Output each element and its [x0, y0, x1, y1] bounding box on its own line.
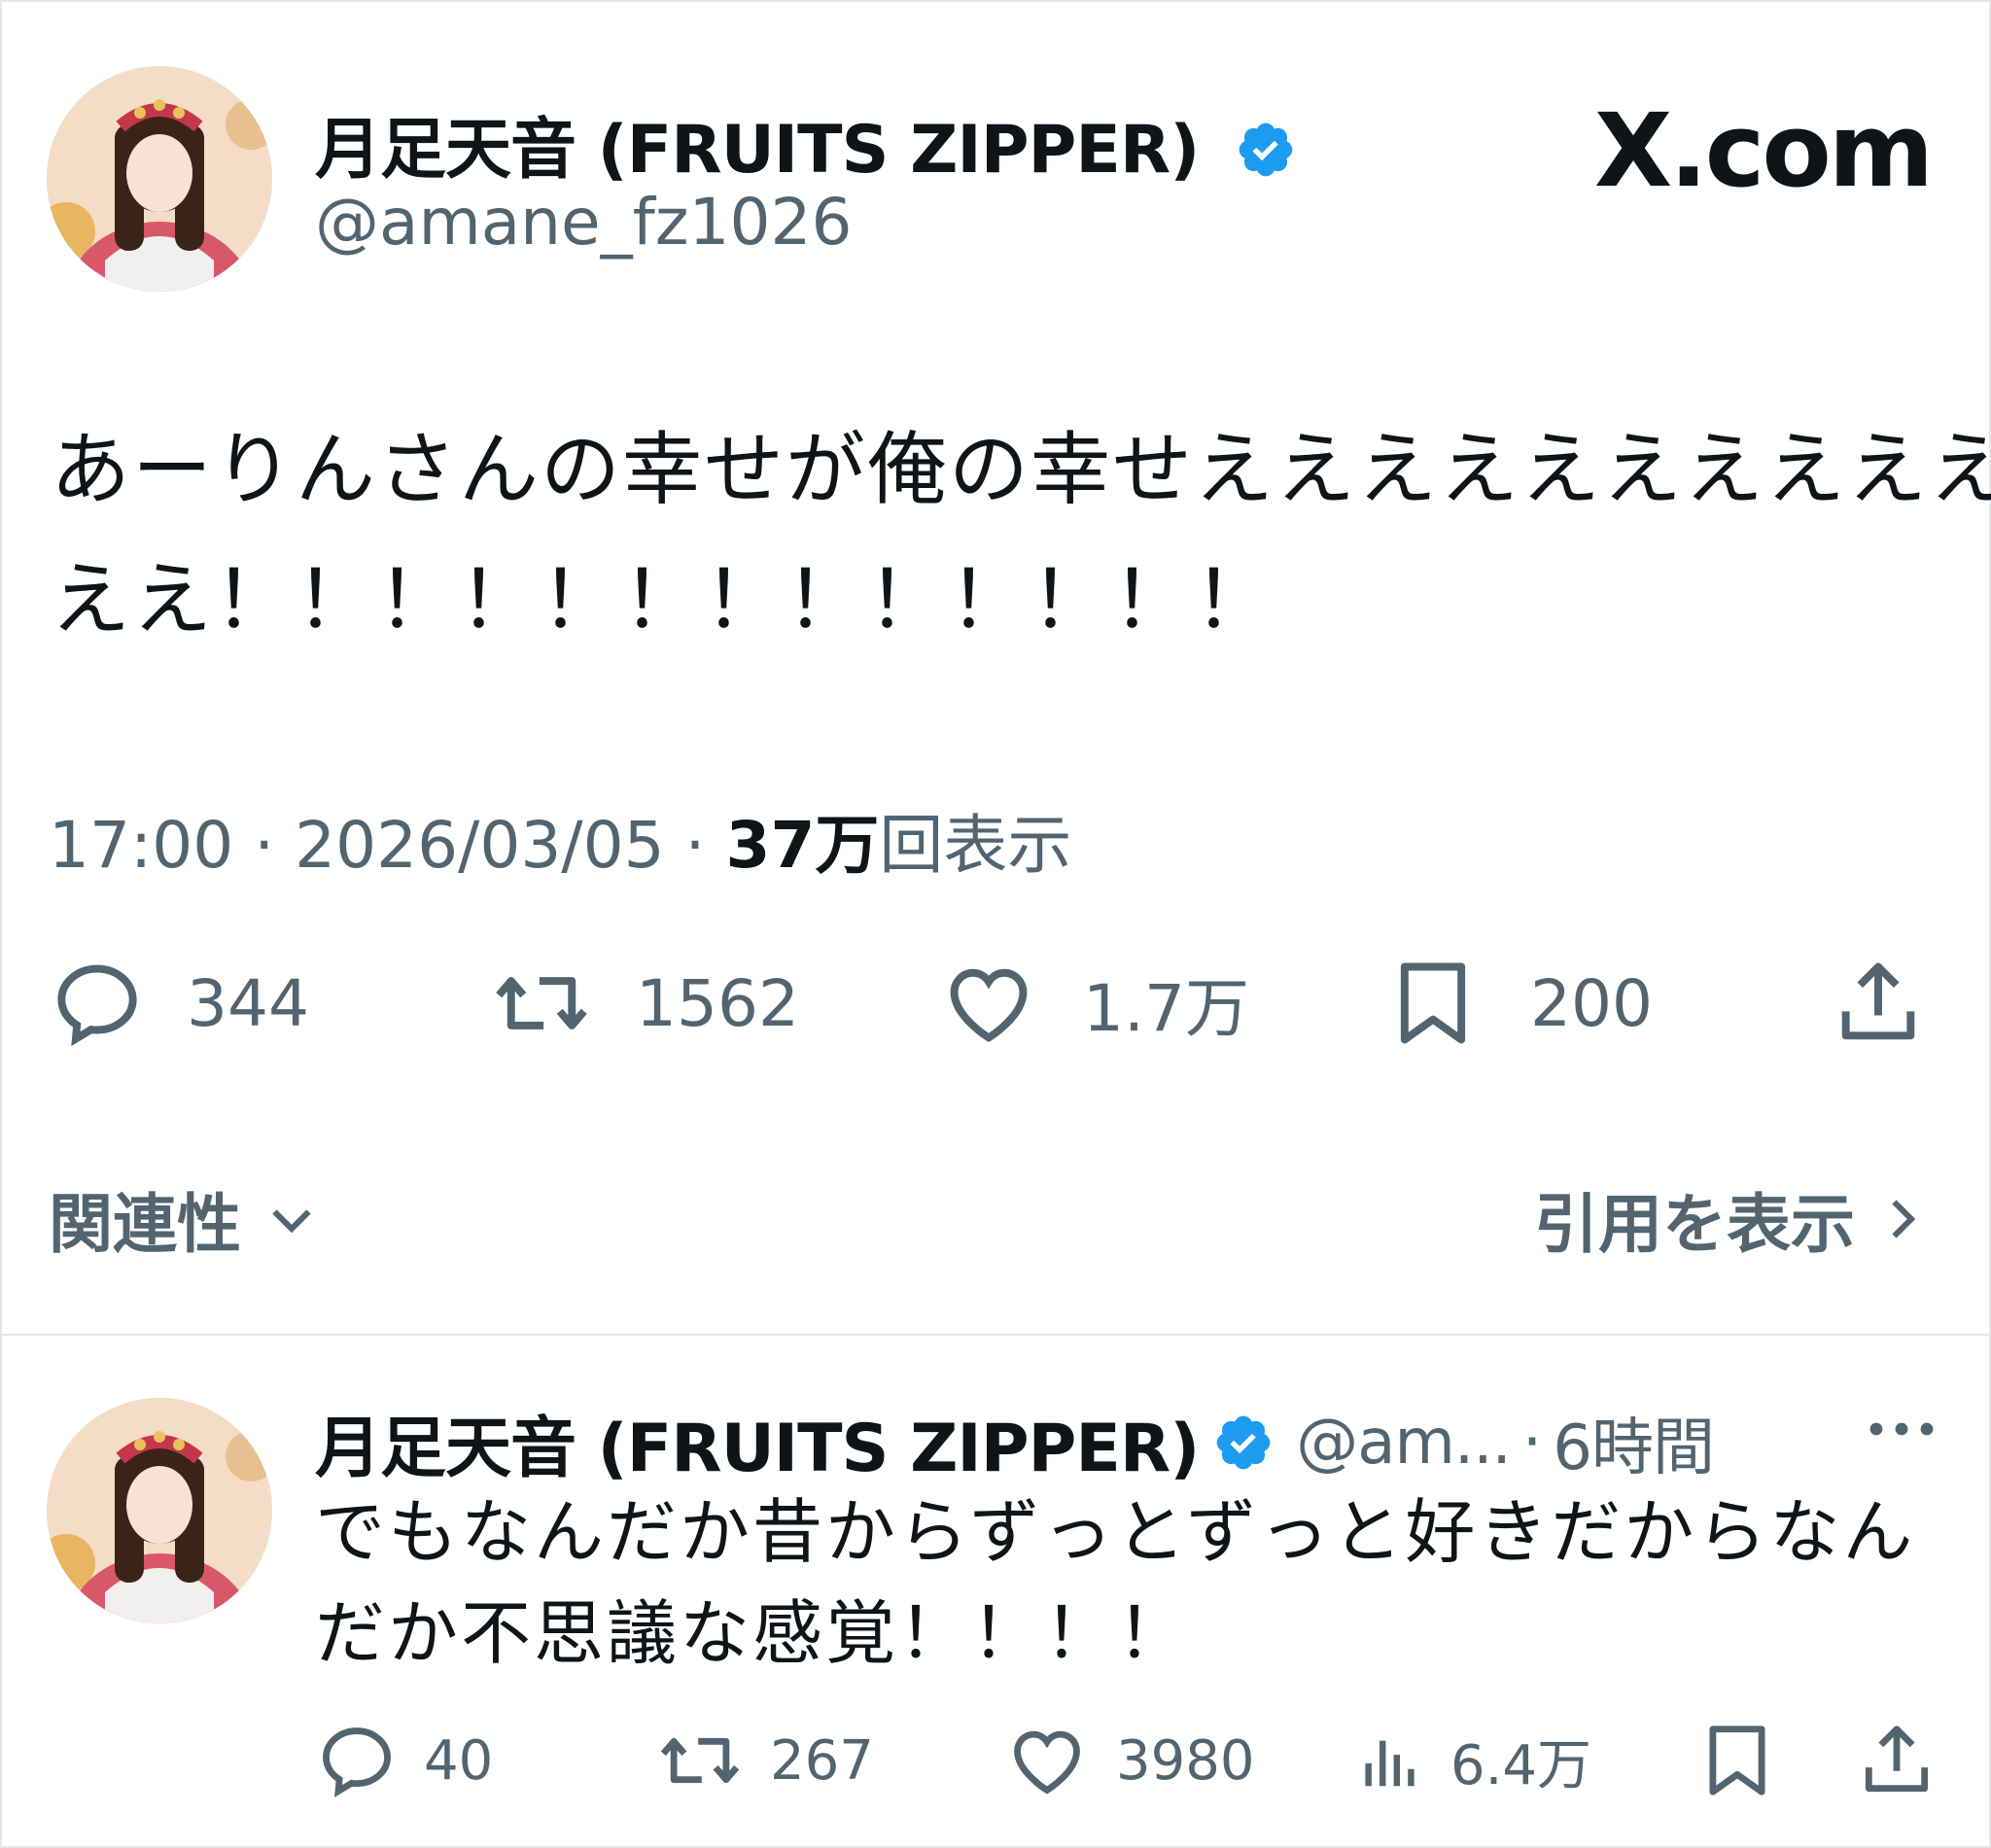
meta-separator: · — [254, 808, 275, 883]
reply-time[interactable]: 6時間 — [1553, 1398, 1715, 1487]
reply-display-name[interactable]: 月足天音 (FRUITS ZIPPER) — [315, 1394, 1200, 1490]
analytics-icon — [1365, 1740, 1415, 1787]
heart-icon — [950, 968, 1028, 1043]
avatar-image — [47, 66, 272, 292]
handle[interactable]: @amane_fz1026 — [315, 185, 852, 260]
share-icon — [1841, 962, 1915, 1040]
more-icon — [1869, 1422, 1934, 1436]
meta-separator: · — [684, 808, 706, 883]
reply-text-line-2: だか不思議な感覚！！！！ — [315, 1592, 1191, 1674]
reply-views-count: 6.4万 — [1450, 1733, 1592, 1797]
reply-count: 344 — [187, 965, 309, 1041]
share-button[interactable] — [1830, 955, 1927, 1056]
reply-reply-count: 40 — [424, 1728, 494, 1793]
display-name[interactable]: 月足天音 (FRUITS ZIPPER) — [315, 95, 1297, 192]
post-text-line-2: ええ！！！！！！！！！！！！！ — [51, 554, 1276, 646]
reply-text-line-1: でもなんだか昔からずっとずっと好きだからなん — [315, 1491, 1916, 1573]
chevron-right-icon — [1892, 1200, 1916, 1238]
relevance-label: 関連性 — [49, 1187, 241, 1262]
reply-share-button[interactable] — [1855, 1719, 1939, 1806]
repost-button[interactable]: 1562 — [488, 955, 799, 1052]
reply-header: 月足天音 (FRUITS ZIPPER) @am... · 6時間 — [315, 1394, 1715, 1490]
repost-icon — [660, 1737, 740, 1784]
repost-count: 1562 — [636, 965, 799, 1041]
reply-views-button[interactable]: 6.4万 — [1357, 1719, 1591, 1802]
like-button[interactable]: 1.7万 — [935, 955, 1249, 1052]
reply-reply-button[interactable]: 40 — [315, 1719, 493, 1802]
post-time[interactable]: 17:00 — [49, 808, 233, 883]
reply-icon — [323, 1727, 391, 1797]
site-logo: X.com — [1594, 91, 1934, 210]
avatar-image — [47, 1398, 272, 1623]
view-quotes-label: 引用を表示 — [1534, 1187, 1855, 1262]
relevance-sort[interactable]: 関連性 — [49, 1172, 321, 1266]
bookmark-count: 200 — [1530, 965, 1653, 1041]
reply-repost-count: 267 — [770, 1728, 874, 1793]
share-icon — [1865, 1726, 1929, 1793]
more-options-button[interactable] — [1865, 1408, 1939, 1454]
post-meta: 17:00 · 2026/03/05 · 37万回表示 — [49, 793, 1071, 887]
bookmark-icon — [1400, 962, 1466, 1044]
reply-icon — [57, 964, 137, 1047]
reply-button[interactable]: 344 — [49, 955, 309, 1052]
divider — [2, 1334, 1991, 1336]
views-label: 回表示 — [879, 808, 1072, 883]
views-count: 37万 — [725, 808, 880, 883]
verified-badge-icon — [1216, 1415, 1271, 1469]
screenshot-frame: 月足天音 (FRUITS ZIPPER) @amane_fz1026 X.com… — [0, 0, 1991, 1848]
post-date[interactable]: 2026/03/05 — [295, 808, 664, 883]
reply-handle[interactable]: @am... — [1296, 1407, 1512, 1479]
reply-repost-button[interactable]: 267 — [655, 1719, 874, 1802]
repost-icon — [496, 977, 587, 1029]
chevron-down-icon — [272, 1209, 311, 1234]
bookmark-button[interactable]: 200 — [1384, 955, 1653, 1052]
bookmark-icon — [1709, 1726, 1765, 1796]
view-quotes-link[interactable]: 引用を表示 — [1534, 1172, 1931, 1266]
reply-like-button[interactable]: 3980 — [1003, 1719, 1255, 1802]
verified-badge-icon — [1239, 123, 1293, 177]
heart-icon — [1014, 1730, 1080, 1795]
reply-avatar[interactable] — [47, 1398, 272, 1623]
reply-bookmark-button[interactable] — [1695, 1719, 1779, 1806]
avatar[interactable] — [47, 66, 272, 292]
display-name-text[interactable]: 月足天音 (FRUITS ZIPPER) — [315, 112, 1200, 189]
like-count: 1.7万 — [1083, 971, 1249, 1046]
reply-separator: · — [1521, 1406, 1542, 1479]
reply-like-count: 3980 — [1116, 1728, 1255, 1793]
